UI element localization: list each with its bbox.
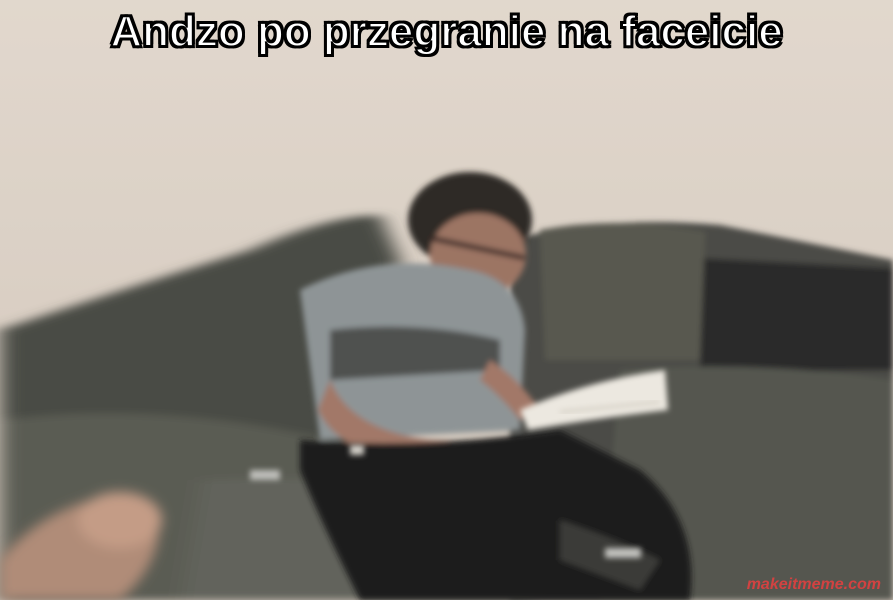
watermark: makeitmeme.com xyxy=(746,576,881,593)
meme-image: Andzo po przegranie na faceicie makeitme… xyxy=(0,0,893,600)
meme-caption: Andzo po przegranie na faceicie xyxy=(109,6,783,57)
photo-scene xyxy=(0,0,893,600)
